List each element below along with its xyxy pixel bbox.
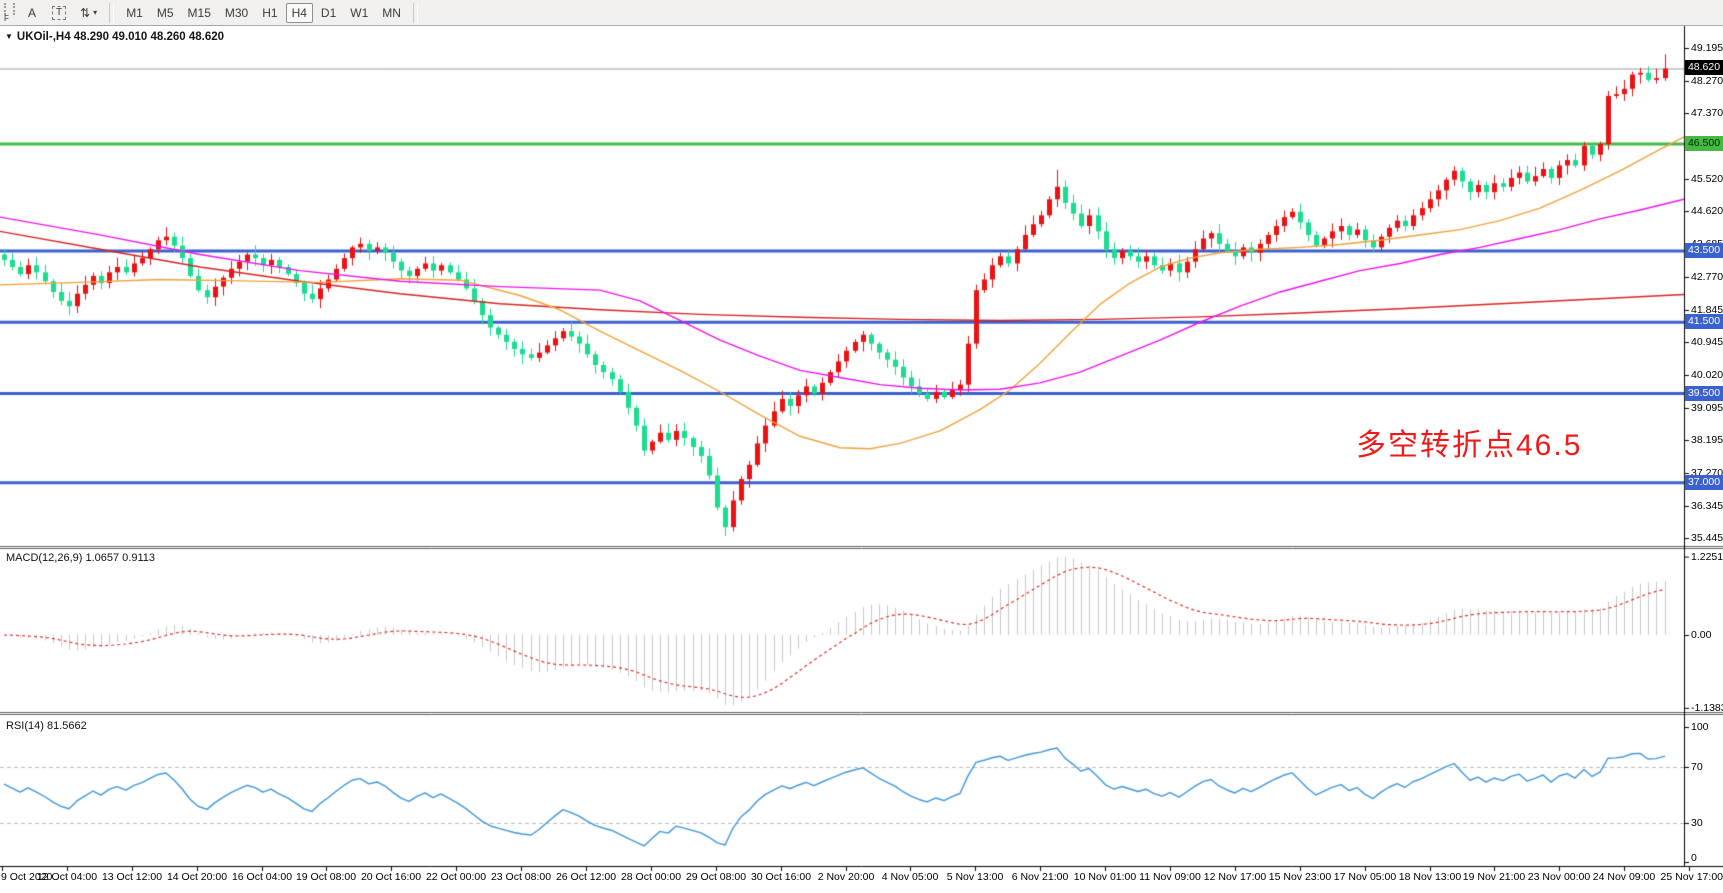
- timeframe-button-m5[interactable]: M5: [151, 3, 180, 23]
- toolbar-grip-icon[interactable]: F: [4, 3, 15, 23]
- date-axis-label: 12 Oct 04:00: [34, 871, 100, 883]
- macd-axis-label: -1.1383: [1691, 701, 1723, 715]
- price-tick-label: 45.520: [1691, 172, 1723, 186]
- rsi-values: 81.5662: [47, 720, 87, 732]
- symbol-ohlc-text: UKOil-,H4 48.290 49.010 48.260 48.620: [17, 31, 224, 43]
- date-axis-label: 10 Nov 01:00: [1072, 871, 1138, 883]
- date-axis-label: 2 Nov 20:00: [813, 871, 879, 883]
- date-axis-label: 24 Nov 09:00: [1591, 871, 1657, 883]
- toolbar-grip-label: F: [4, 15, 9, 23]
- macd-values: 1.0657 0.9113: [85, 552, 155, 564]
- toolbar-separator: [109, 3, 114, 23]
- green-level-price-box: 46.500: [1685, 136, 1723, 151]
- price-tick-label: 44.620: [1691, 204, 1723, 218]
- label-tool-icon: T: [52, 6, 66, 20]
- timeframe-button-h1[interactable]: H1: [256, 3, 283, 23]
- toolbar-separator: [413, 3, 418, 23]
- grip-dots-icon: [4, 3, 15, 15]
- rsi-axis-label: 30: [1691, 816, 1703, 830]
- date-axis-label: 30 Oct 16:00: [748, 871, 814, 883]
- date-axis-label: 20 Oct 16:00: [358, 871, 424, 883]
- label-tool-button[interactable]: T: [46, 3, 72, 23]
- date-axis-label: 4 Nov 05:00: [877, 871, 943, 883]
- macd-axis-label: 1.2251: [1691, 550, 1723, 564]
- date-axis-label: 5 Nov 13:00: [942, 871, 1008, 883]
- collapse-triangle-icon[interactable]: ▼: [5, 32, 13, 41]
- timeframe-button-mn[interactable]: MN: [376, 3, 407, 23]
- blue-level-price-box: 41.500: [1685, 314, 1723, 329]
- price-tick-label: 40.020: [1691, 368, 1723, 382]
- mt4-window: F A T ⇅ ▾ M1 M5 M15 M30 H1 H4 D1 W1 MN ▼…: [0, 0, 1723, 893]
- cursor-tool-button[interactable]: ⇅ ▾: [74, 3, 103, 23]
- rsi-name: RSI(14): [6, 720, 44, 732]
- price-tick-label: 35.445: [1691, 531, 1723, 545]
- date-axis-label: 6 Nov 21:00: [1007, 871, 1073, 883]
- date-axis-label: 11 Nov 09:00: [1137, 871, 1203, 883]
- macd-indicator-label: MACD(12,26,9) 1.0657 0.9113: [6, 552, 155, 564]
- chevron-down-icon: ▾: [93, 8, 97, 17]
- rsi-axis-label: 70: [1691, 760, 1703, 774]
- date-axis-label: 28 Oct 00:00: [618, 871, 684, 883]
- chart-title: ▼ UKOil-,H4 48.290 49.010 48.260 48.620: [5, 31, 224, 43]
- text-tool-button[interactable]: A: [20, 3, 44, 23]
- current-price-box: 48.620: [1685, 60, 1723, 75]
- date-axis-label: 23 Oct 08:00: [488, 871, 554, 883]
- price-tick-label: 40.945: [1691, 335, 1723, 349]
- timeframe-button-m1[interactable]: M1: [120, 3, 149, 23]
- macd-name: MACD(12,26,9): [6, 552, 82, 564]
- macd-axis-label: 0.00: [1691, 628, 1711, 642]
- date-axis-label: 19 Nov 21:00: [1461, 871, 1527, 883]
- price-tick-label: 42.770: [1691, 270, 1723, 284]
- timeframe-button-m15[interactable]: M15: [182, 3, 217, 23]
- price-tick-label: 49.195: [1691, 41, 1723, 55]
- date-axis-label: 26 Oct 12:00: [553, 871, 619, 883]
- rsi-axis-label: 100: [1691, 720, 1709, 734]
- timeframe-button-d1[interactable]: D1: [315, 3, 342, 23]
- price-tick-label: 38.195: [1691, 433, 1723, 447]
- date-axis-label: 18 Nov 13:00: [1397, 871, 1463, 883]
- date-axis-label: 15 Nov 23:00: [1267, 871, 1333, 883]
- price-tick-label: 39.095: [1691, 401, 1723, 415]
- price-tick-label: 48.270: [1691, 74, 1723, 88]
- date-axis-label: 14 Oct 20:00: [164, 871, 230, 883]
- date-axis-label: 22 Oct 00:00: [423, 871, 489, 883]
- date-axis-label: 12 Nov 17:00: [1202, 871, 1268, 883]
- rsi-indicator-label: RSI(14) 81.5662: [6, 720, 87, 732]
- timeframe-button-w1[interactable]: W1: [344, 3, 374, 23]
- rsi-axis-label: 0: [1691, 851, 1697, 865]
- cursor-tool-icon: ⇅: [80, 6, 90, 20]
- date-axis-label: 13 Oct 12:00: [99, 871, 165, 883]
- blue-level-price-box: 37.000: [1685, 475, 1723, 490]
- price-tick-label: 47.370: [1691, 106, 1723, 120]
- date-axis-label: 25 Nov 17:00: [1661, 871, 1723, 883]
- date-axis-label: 16 Oct 04:00: [229, 871, 295, 883]
- date-axis-label: 23 Nov 00:00: [1526, 871, 1592, 883]
- date-axis-label: 29 Oct 08:00: [683, 871, 749, 883]
- blue-level-price-box: 43.500: [1685, 243, 1723, 258]
- timeframe-button-h4[interactable]: H4: [286, 3, 313, 23]
- price-tick-label: 36.345: [1691, 499, 1723, 513]
- timeframe-button-m30[interactable]: M30: [219, 3, 254, 23]
- toolbar: F A T ⇅ ▾ M1 M5 M15 M30 H1 H4 D1 W1 MN: [0, 0, 1723, 26]
- date-axis-label: 19 Oct 08:00: [293, 871, 359, 883]
- date-axis-label: 17 Nov 05:00: [1332, 871, 1398, 883]
- blue-level-price-box: 39.500: [1685, 386, 1723, 401]
- annotation-text: 多空转折点46.5: [1356, 420, 1582, 464]
